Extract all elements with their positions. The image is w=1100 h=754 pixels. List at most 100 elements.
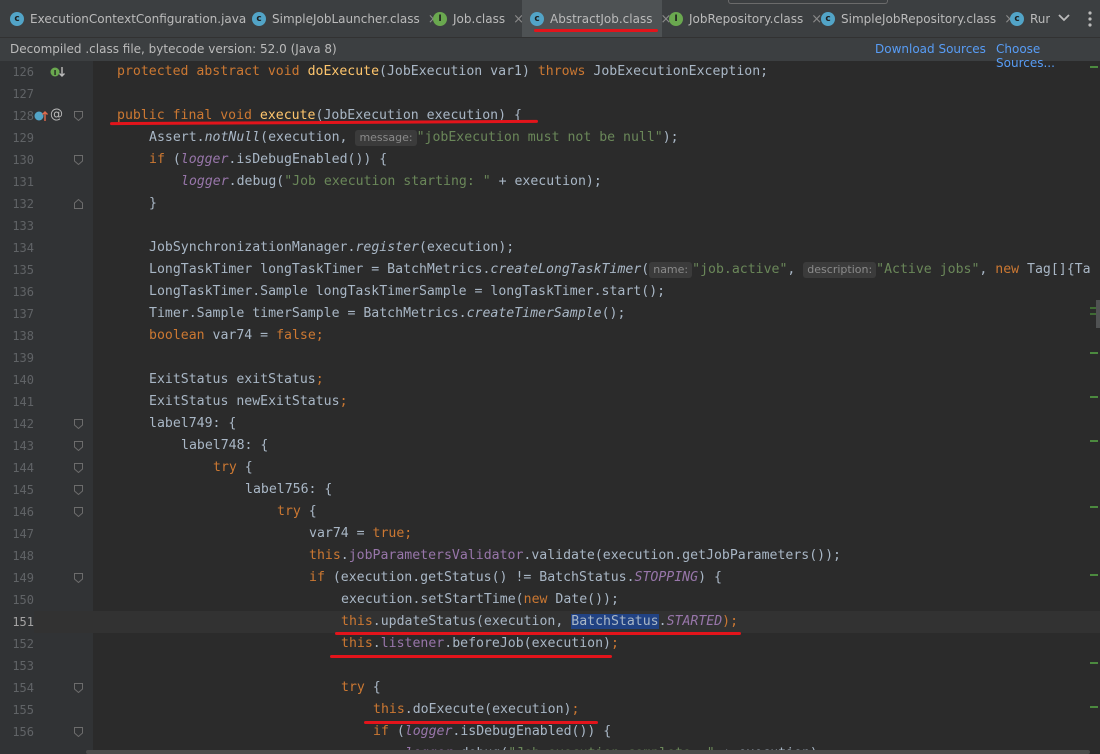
tab-simple-job-launcher[interactable]: c SimpleJobLauncher.class × xyxy=(252,0,439,37)
parameter-hint: name: xyxy=(649,262,693,278)
annotation-at-icon[interactable]: @ xyxy=(50,107,63,122)
line-number: 127 xyxy=(12,87,34,101)
fold-marker-icon[interactable] xyxy=(74,573,83,583)
code-line: 146 try { xyxy=(0,501,1100,523)
code-line: 140 ExitStatus exitStatus; xyxy=(0,369,1100,391)
tab-simple-job-repository[interactable]: c SimpleJobRepository.class × xyxy=(821,0,1015,37)
fold-marker-icon[interactable] xyxy=(74,441,83,451)
change-marker xyxy=(1090,66,1098,68)
code-text: if (execution.getStatus() != BatchStatus… xyxy=(309,570,722,585)
editor-tab-bar: c ExecutionContextConfiguration.java × c… xyxy=(0,0,1100,38)
line-number: 153 xyxy=(12,659,34,673)
fold-marker-icon[interactable] xyxy=(74,485,83,495)
line-number: 152 xyxy=(12,637,34,651)
fold-marker-icon[interactable] xyxy=(74,155,83,165)
code-text: label749: { xyxy=(149,416,237,431)
interface-icon: I xyxy=(433,12,447,26)
code-text: if (logger.isDebugEnabled()) { xyxy=(149,152,388,167)
line-number: 133 xyxy=(12,219,34,233)
implementation-down-icon[interactable]: I xyxy=(50,65,66,79)
fold-marker-icon[interactable] xyxy=(74,419,83,429)
line-number: 150 xyxy=(12,593,34,607)
line-number: 131 xyxy=(12,175,34,189)
code-line: 150 execution.setStartTime(new Date()); xyxy=(0,589,1100,611)
more-vertical-icon[interactable] xyxy=(1084,9,1096,29)
tab-label: Job.class xyxy=(453,12,506,26)
tab-abstract-job[interactable]: c AbstractJob.class × xyxy=(522,0,671,37)
code-text: try { xyxy=(277,504,317,519)
fold-marker-icon[interactable] xyxy=(74,727,83,737)
fold-end-icon[interactable] xyxy=(74,199,83,209)
parameter-hint: description: xyxy=(803,262,877,278)
code-line: 149 if (execution.getStatus() != BatchSt… xyxy=(0,567,1100,589)
code-line: 131 logger.debug("Job execution starting… xyxy=(0,171,1100,193)
code-text: ExitStatus newExitStatus; xyxy=(149,394,348,409)
line-number: 136 xyxy=(12,285,34,299)
fold-marker-icon[interactable] xyxy=(74,507,83,517)
line-number: 149 xyxy=(12,571,34,585)
red-annotation-underline xyxy=(330,655,612,658)
tab-label: SimpleJobRepository.class xyxy=(841,12,997,26)
line-number: 143 xyxy=(12,439,34,453)
code-line: 130 if (logger.isDebugEnabled()) { xyxy=(0,149,1100,171)
code-text: LongTaskTimer.Sample longTaskTimerSample… xyxy=(149,284,666,299)
code-text: this.doExecute(execution); xyxy=(373,702,580,717)
fold-marker-icon[interactable] xyxy=(74,463,83,473)
chevron-down-icon[interactable] xyxy=(1055,9,1073,27)
interface-icon: I xyxy=(669,12,683,26)
line-number: 155 xyxy=(12,703,34,717)
code-text: label748: { xyxy=(181,438,269,453)
line-number: 146 xyxy=(12,505,34,519)
code-line: 138 boolean var74 = false; xyxy=(0,325,1100,347)
code-text: Assert.notNull(execution, message: "jobEx… xyxy=(149,130,679,146)
vertical-scrollbar-thumb[interactable] xyxy=(1096,300,1100,328)
code-text: logger.debug("Job execution starting: " … xyxy=(181,174,602,189)
tab-label: SimpleJobLauncher.class xyxy=(272,12,420,26)
code-text: this.updateStatus(execution, BatchStatus… xyxy=(341,614,739,629)
code-text: try { xyxy=(341,680,381,695)
class-icon: c xyxy=(252,12,266,26)
code-line: 134 JobSynchronizationManager.register(e… xyxy=(0,237,1100,259)
line-number: 145 xyxy=(12,483,34,497)
class-icon: c xyxy=(1010,12,1024,26)
code-text: var74 = true; xyxy=(309,526,413,541)
tab-label: JobRepository.class xyxy=(689,12,804,26)
code-line: 153 xyxy=(0,655,1100,677)
horizontal-scrollbar[interactable] xyxy=(86,750,1090,754)
line-number: 126 xyxy=(12,65,34,79)
code-line: 135 LongTaskTimer longTaskTimer = BatchM… xyxy=(0,259,1100,281)
code-text: protected abstract void doExecute(JobExe… xyxy=(117,64,769,79)
code-line: 144 try { xyxy=(0,457,1100,479)
code-line: 154 try { xyxy=(0,677,1100,699)
red-annotation-underline xyxy=(534,29,658,32)
fold-marker-icon[interactable] xyxy=(74,111,83,121)
tab-label: ExecutionContextConfiguration.java xyxy=(30,12,247,26)
class-icon: c xyxy=(10,12,24,26)
code-line: 152 this.listener.beforeJob(execution); xyxy=(0,633,1100,655)
code-line: 155 this.doExecute(execution); xyxy=(0,699,1100,721)
decompiled-banner: Decompiled .class file, bytecode version… xyxy=(0,38,1100,70)
code-text: if (logger.isDebugEnabled()) { xyxy=(373,724,612,739)
tab-execution-context-configuration[interactable]: c ExecutionContextConfiguration.java × xyxy=(10,0,265,37)
line-number: 134 xyxy=(12,241,34,255)
code-line: 143 label748: { xyxy=(0,435,1100,457)
code-editor[interactable]: 126 I protected abstract void doExecute(… xyxy=(0,61,1100,754)
code-text: label756: { xyxy=(245,482,333,497)
change-marker xyxy=(1090,396,1098,398)
code-text: Timer.Sample timerSample = BatchMetrics.… xyxy=(149,306,626,321)
code-text: ExitStatus exitStatus; xyxy=(149,372,324,387)
code-line: 137 Timer.Sample timerSample = BatchMetr… xyxy=(0,303,1100,325)
code-text: this.listener.beforeJob(execution); xyxy=(341,636,619,651)
line-number: 154 xyxy=(12,681,34,695)
fold-marker-icon[interactable] xyxy=(74,683,83,693)
download-sources-link[interactable]: Download Sources xyxy=(875,42,986,56)
line-number: 147 xyxy=(12,527,34,541)
tab-job-repository[interactable]: I JobRepository.class × xyxy=(669,0,822,37)
override-up-icon[interactable] xyxy=(34,109,48,123)
code-line: 142 label749: { xyxy=(0,413,1100,435)
tab-job[interactable]: I Job.class × xyxy=(433,0,524,37)
tab-run[interactable]: c Run xyxy=(1010,0,1050,37)
code-text: JobSynchronizationManager.register(execu… xyxy=(149,240,515,255)
code-line: 147 var74 = true; xyxy=(0,523,1100,545)
code-text: boolean var74 = false; xyxy=(149,328,324,343)
